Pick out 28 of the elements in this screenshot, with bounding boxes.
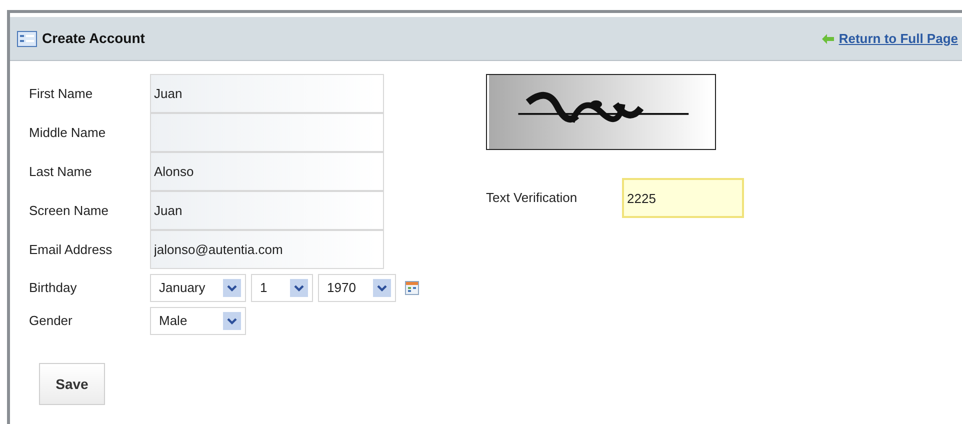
text-field[interactable]: 2225 bbox=[622, 178, 744, 218]
text-field[interactable]: jalonso@autentia.com bbox=[150, 230, 384, 269]
text-field[interactable]: Juan bbox=[150, 74, 384, 113]
text-field[interactable]: Alonso bbox=[150, 152, 384, 191]
return-link[interactable]: Return to Full Page bbox=[822, 28, 958, 48]
chevron-down-icon bbox=[223, 312, 241, 330]
save-button[interactable]: Save bbox=[39, 363, 105, 405]
header-title: Create Account bbox=[42, 29, 145, 48]
field-label: Birthday bbox=[29, 278, 78, 297]
chevron-down-icon bbox=[373, 278, 391, 296]
select-field[interactable]: January bbox=[150, 274, 246, 302]
text-field[interactable] bbox=[150, 113, 384, 152]
chevron-down-icon bbox=[223, 278, 241, 296]
field-label: Last Name bbox=[29, 162, 93, 181]
arrow-left-icon bbox=[822, 34, 834, 44]
calendar-icon[interactable] bbox=[405, 280, 419, 294]
select-field[interactable]: 1970 bbox=[318, 274, 396, 302]
select-field[interactable]: Male bbox=[150, 306, 246, 334]
form-icon bbox=[17, 30, 37, 46]
field-label: Email Address bbox=[29, 240, 114, 259]
select-field[interactable]: 1 bbox=[251, 274, 313, 302]
field-label: Gender bbox=[29, 312, 74, 330]
text-field[interactable]: Juan bbox=[150, 191, 384, 230]
field-label: Text Verification bbox=[486, 189, 578, 208]
field-label: Screen Name bbox=[29, 202, 110, 220]
field-label: Middle Name bbox=[29, 124, 107, 142]
chevron-down-icon bbox=[290, 278, 308, 296]
field-label: First Name bbox=[29, 84, 94, 103]
